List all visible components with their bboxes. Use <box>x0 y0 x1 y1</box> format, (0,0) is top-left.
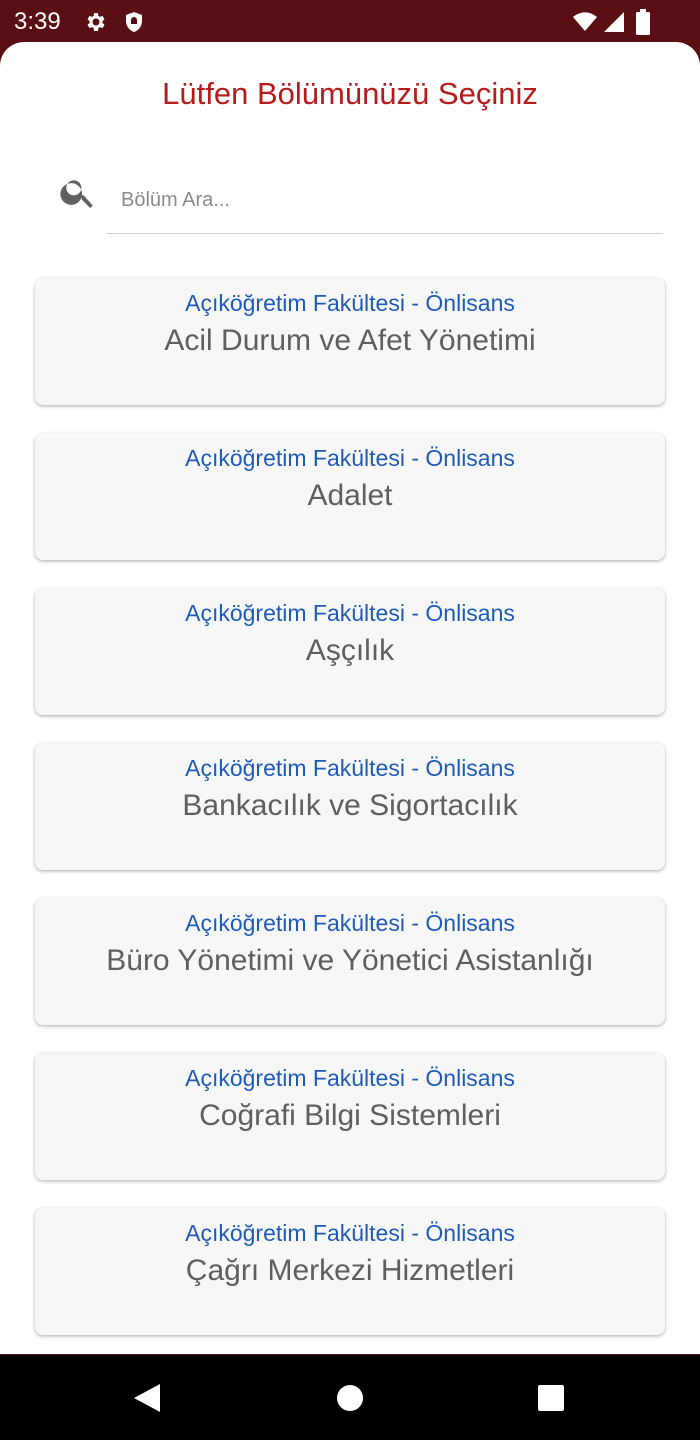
department-card[interactable]: Açıköğretim Fakültesi - Önlisans Coğrafi … <box>35 1053 665 1180</box>
page-title: Lütfen Bölümünüzü Seçiniz <box>162 76 538 111</box>
department-faculty: Açıköğretim Fakültesi - Önlisans <box>185 755 515 781</box>
status-bar: 3:39 <box>0 0 700 44</box>
department-name: Adalet <box>307 479 393 512</box>
signal-icon <box>604 12 624 32</box>
department-faculty: Açıköğretim Fakültesi - Önlisans <box>185 600 515 626</box>
department-faculty: Açıköğretim Fakültesi - Önlisans <box>185 290 515 316</box>
search-icon <box>60 180 93 208</box>
department-name: Bankacılık ve Sigortacılık <box>182 789 518 822</box>
department-card[interactable]: Açıköğretim Fakültesi - Önlisans Çağrı Me… <box>35 1208 665 1335</box>
department-card[interactable]: Açıköğretim Fakültesi - Önlisans Acil Dur… <box>35 278 665 405</box>
department-name: Aşçılık <box>305 634 395 667</box>
navigation-bar <box>0 1355 700 1440</box>
department-name: Büro Yönetimi ve Yönetici Asistanlığı <box>106 944 594 977</box>
search-input[interactable] <box>107 168 663 234</box>
department-card[interactable]: Açıköğretim Fakültesi - Önlisans Adalet <box>35 433 665 560</box>
department-card[interactable]: Açıköğretim Fakültesi - Önlisans Büro Yön… <box>35 898 665 1025</box>
department-name: Çağrı Merkezi Hizmetleri <box>185 1254 515 1287</box>
gear-icon <box>87 13 105 31</box>
department-faculty: Açıköğretim Fakültesi - Önlisans <box>185 445 515 471</box>
home-icon[interactable] <box>336 1384 364 1412</box>
shield-icon <box>126 12 142 32</box>
department-faculty: Açıköğretim Fakültesi - Önlisans <box>185 1220 515 1246</box>
wifi-icon <box>573 12 597 31</box>
recent-apps-icon[interactable] <box>537 1384 565 1412</box>
department-name: Acil Durum ve Afet Yönetimi <box>164 324 536 357</box>
department-card[interactable]: Açıköğretim Fakültesi - Önlisans Bankacıl… <box>35 743 665 870</box>
back-icon[interactable] <box>132 1382 162 1414</box>
department-name: Coğrafi Bilgi Sistemleri <box>199 1099 501 1132</box>
department-faculty: Açıköğretim Fakültesi - Önlisans <box>185 1065 515 1091</box>
department-card[interactable]: Açıköğretim Fakültesi - Önlisans Aşçılık <box>35 588 665 715</box>
department-faculty: Açıköğretim Fakültesi - Önlisans <box>185 910 515 936</box>
status-time: 3:39 <box>14 8 61 35</box>
department-list: Açıköğretim Fakültesi - Önlisans Acil Dur… <box>35 278 665 1354</box>
department-selection-sheet: Lütfen Bölümünüzü Seçiniz Açıköğretim Fa… <box>0 42 700 1354</box>
battery-icon <box>636 9 650 35</box>
